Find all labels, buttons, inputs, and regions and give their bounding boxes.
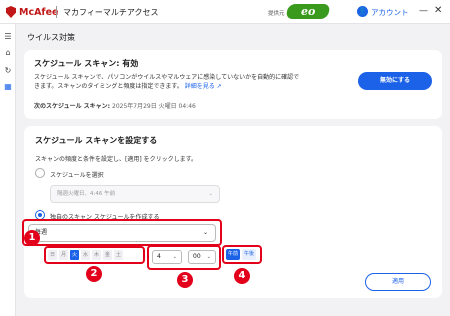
- configure-title: スケジュール スキャンを設定する: [35, 136, 158, 145]
- account-icon[interactable]: 👤: [357, 6, 368, 17]
- day-tuesday[interactable]: 火: [70, 250, 79, 260]
- pm-toggle[interactable]: 午後: [242, 249, 256, 260]
- frequency-select[interactable]: 毎週 ⌄: [28, 224, 216, 242]
- annotation-badge-1: 1: [24, 230, 40, 246]
- title-separator: [56, 6, 57, 18]
- hour-select[interactable]: 4 ⌄: [152, 250, 182, 264]
- day-wednesday[interactable]: 水: [81, 250, 90, 260]
- chevron-down-icon: ⌄: [202, 229, 208, 236]
- apps-grid-icon[interactable]: ▦: [3, 82, 13, 92]
- mcafee-logo: McAfee: [6, 5, 58, 19]
- menu-icon[interactable]: ☰: [3, 32, 13, 42]
- account-link[interactable]: アカウント: [371, 7, 409, 18]
- shield-refresh-icon[interactable]: ↻: [3, 66, 13, 76]
- day-monday[interactable]: 月: [59, 250, 68, 260]
- annotation-badge-2: 2: [86, 266, 102, 282]
- provided-by-label: 提供元: [268, 11, 285, 17]
- home-icon[interactable]: ⌂: [3, 48, 13, 58]
- apply-button[interactable]: 適用: [365, 273, 431, 291]
- annotation-badge-4: 4: [234, 268, 250, 284]
- day-selector: 日 月 火 水 木 金 土: [48, 250, 123, 260]
- next-scan-info: 次のスケジュール スキャン: 2025年7月29日 火曜日 04:46: [34, 103, 196, 110]
- scheduled-scan-description: スケジュール スキャンで、パソコンがウイルスやマルウェアに感染していないかを自動…: [34, 74, 300, 90]
- day-saturday[interactable]: 土: [114, 250, 123, 260]
- disable-button[interactable]: 無効にする: [358, 72, 432, 90]
- scheduled-scan-card: スケジュール スキャン: 有効 スケジュール スキャンで、パソコンがウイルスやマ…: [24, 50, 442, 119]
- page-title: ウイルス対策: [27, 33, 75, 42]
- day-friday[interactable]: 金: [103, 250, 112, 260]
- configure-description: スキャンの頻度と条件を設定し、[適用] をクリックします。: [35, 156, 197, 163]
- preset-schedule-dropdown: 隔週火曜日、4:46 午前 ⌄: [50, 185, 220, 203]
- details-link[interactable]: 詳細を見る ↗: [185, 83, 222, 90]
- annotation-badge-3: 3: [177, 272, 193, 288]
- day-sunday[interactable]: 日: [48, 250, 57, 260]
- partner-logo: eo: [285, 4, 331, 19]
- chevron-down-icon: ⌄: [206, 254, 211, 260]
- minute-select[interactable]: 00 ⌄: [188, 250, 216, 264]
- select-schedule-label: スケジュールを選択: [50, 172, 104, 179]
- am-toggle[interactable]: 午前: [226, 249, 240, 260]
- close-button[interactable]: ✕: [434, 5, 442, 16]
- day-thursday[interactable]: 木: [92, 250, 101, 260]
- brand-name: McAfee: [19, 6, 59, 18]
- minimize-button[interactable]: —: [419, 6, 428, 16]
- app-title: マカフィーマルチアクセス: [63, 8, 159, 17]
- radio-select-schedule[interactable]: [35, 168, 45, 178]
- title-bar: McAfee マカフィーマルチアクセス 提供元 eo 👤 アカウント — ✕: [0, 0, 450, 24]
- scheduled-scan-status: スケジュール スキャン: 有効: [34, 59, 139, 68]
- chevron-down-icon: ⌄: [208, 191, 213, 197]
- sidebar: ☰ ⌂ ↻ ▦: [0, 24, 16, 316]
- chevron-down-icon: ⌄: [172, 254, 177, 260]
- mcafee-shield-icon: [6, 6, 16, 18]
